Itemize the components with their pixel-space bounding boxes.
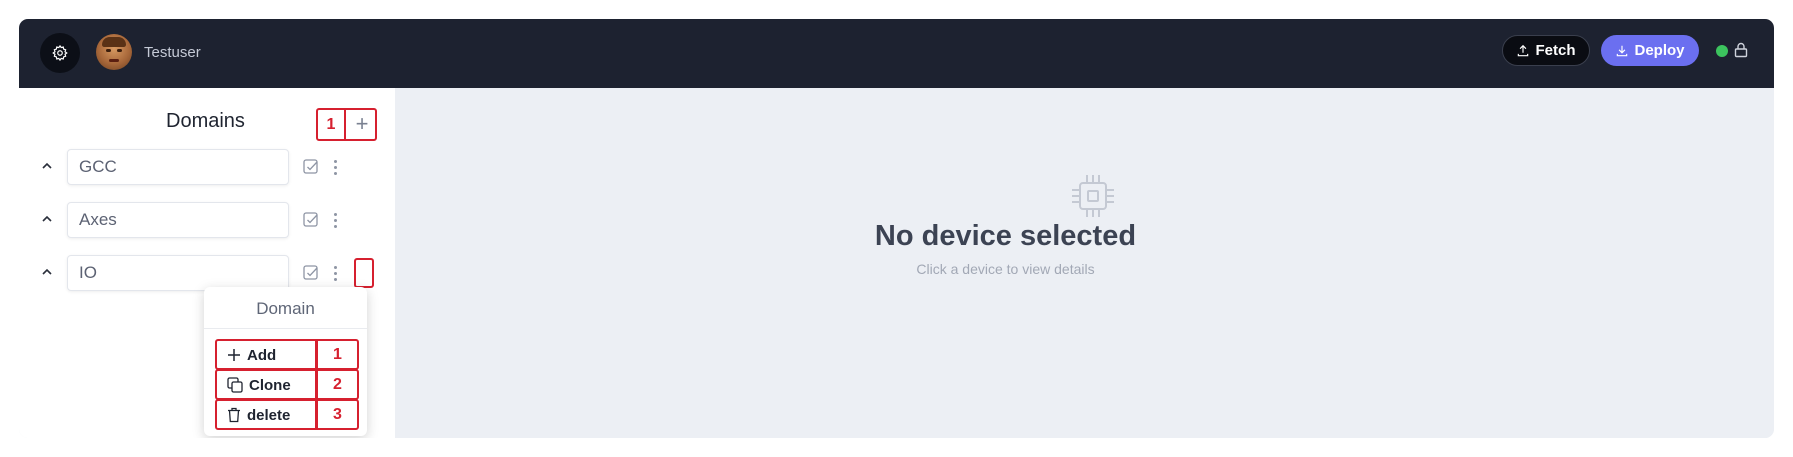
- add-domain-button[interactable]: +: [350, 110, 374, 138]
- domain-row: Axes: [19, 199, 395, 239]
- chevron-up-icon[interactable]: [37, 262, 57, 282]
- chevron-up-icon[interactable]: [37, 209, 57, 229]
- settings-button[interactable]: [40, 33, 80, 73]
- more-options-icon[interactable]: [331, 157, 339, 177]
- annotation-box: [354, 258, 374, 288]
- empty-state-title: No device selected: [874, 220, 1137, 252]
- annotation-number: 2: [333, 375, 342, 393]
- empty-state-subtitle: Click a device to view details: [916, 261, 1095, 277]
- checkbox-icon[interactable]: [303, 159, 319, 175]
- app-window: Testuser Fetch Deploy Domains 1 + GCC Ax…: [19, 19, 1774, 438]
- more-options-icon[interactable]: [331, 263, 339, 283]
- plus-icon: +: [355, 111, 369, 136]
- sidebar-title: Domains: [166, 110, 245, 132]
- domain-name-field[interactable]: IO: [67, 255, 289, 291]
- device-detail-panel: No device selected Click a device to vie…: [395, 88, 1774, 438]
- annotation-number: 1: [333, 345, 342, 363]
- domain-row: GCC: [19, 146, 395, 186]
- checkbox-icon[interactable]: [303, 265, 319, 281]
- chip-icon: [1072, 175, 1114, 217]
- fetch-button-label: Fetch: [1535, 42, 1576, 59]
- domain-row: IO: [19, 252, 395, 292]
- domain-name-field[interactable]: Axes: [67, 202, 289, 238]
- annotation-divider: [344, 110, 346, 139]
- annotation-number: 1: [326, 115, 336, 133]
- domain-name-field[interactable]: GCC: [67, 149, 289, 185]
- deploy-button-label: Deploy: [1634, 42, 1685, 59]
- upload-icon: [1518, 44, 1529, 56]
- top-bar: Testuser Fetch Deploy: [19, 19, 1774, 88]
- download-icon: [1617, 45, 1628, 56]
- gear-icon: [52, 44, 68, 62]
- domain-context-menu: Domain Add Clone delete 1 2 3: [204, 287, 367, 436]
- status-indicator: [1716, 45, 1728, 57]
- username: Testuser: [144, 44, 201, 61]
- lock-icon[interactable]: [1734, 42, 1748, 58]
- deploy-button[interactable]: Deploy: [1601, 35, 1699, 66]
- chevron-up-icon[interactable]: [37, 156, 57, 176]
- checkbox-icon[interactable]: [303, 212, 319, 228]
- menu-title: Domain: [256, 299, 315, 318]
- more-options-icon[interactable]: [331, 210, 339, 230]
- avatar[interactable]: [96, 34, 132, 70]
- fetch-button[interactable]: Fetch: [1502, 35, 1590, 66]
- menu-divider: [204, 328, 367, 329]
- annotation-number: 3: [333, 405, 342, 423]
